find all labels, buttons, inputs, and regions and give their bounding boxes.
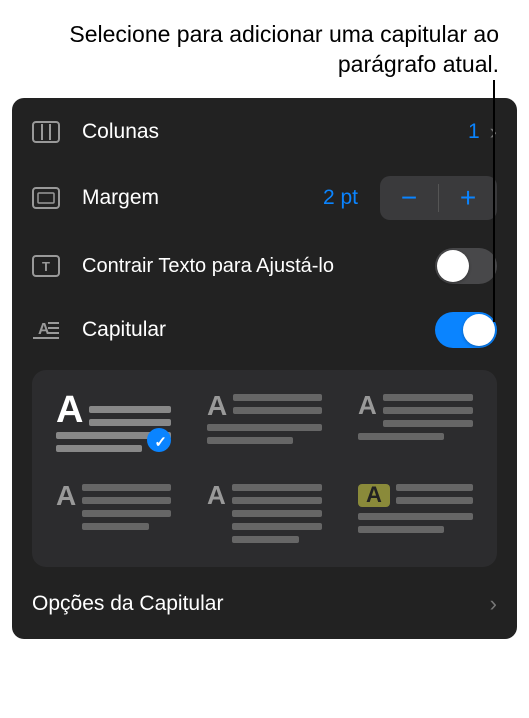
- dropcap-options-label: Opções da Capitular: [32, 592, 223, 616]
- preview-line: [89, 406, 171, 413]
- cap-letter: A: [358, 484, 390, 507]
- margin-increment-button[interactable]: +: [439, 176, 497, 220]
- dropcap-style-option-4[interactable]: A: [52, 480, 175, 547]
- preview-line: [89, 419, 171, 426]
- preview-line: [207, 424, 322, 431]
- columns-value: 1: [468, 120, 480, 144]
- preview-line: [358, 513, 473, 520]
- callout-text: Selecione para adicionar uma capitular a…: [0, 0, 529, 90]
- preview-line: [383, 407, 473, 414]
- dropcap-options-row[interactable]: Opções da Capitular ›: [12, 575, 517, 631]
- dropcap-style-option-1[interactable]: A: [52, 390, 175, 456]
- preview-line: [232, 484, 322, 491]
- margin-row: Margem 2 pt − +: [12, 162, 517, 234]
- cap-letter: A: [358, 394, 377, 416]
- preview-line: [396, 497, 473, 504]
- preview-line: [358, 433, 444, 440]
- shrink-text-label: Contrair Texto para Ajustá-lo: [82, 254, 435, 278]
- preview-line: [233, 394, 322, 401]
- margin-label: Margem: [82, 186, 323, 210]
- cap-letter: A: [56, 484, 76, 508]
- toggle-knob: [437, 250, 469, 282]
- preview-line: [358, 526, 444, 533]
- cap-letter: A: [207, 394, 227, 418]
- dropcap-label: Capitular: [82, 318, 435, 342]
- chevron-right-icon: ›: [490, 591, 497, 617]
- format-panel: Colunas 1 › Margem 2 pt − + T Contrair T…: [12, 98, 517, 639]
- cap-letter: A: [207, 484, 226, 506]
- margin-decrement-button[interactable]: −: [380, 176, 438, 220]
- columns-label: Colunas: [82, 120, 468, 144]
- preview-line: [232, 523, 322, 530]
- preview-line: [232, 497, 322, 504]
- dropcap-icon: A: [32, 319, 68, 341]
- preview-line: [82, 497, 171, 504]
- dropcap-styles-grid: A A: [32, 370, 497, 567]
- preview-line: [233, 407, 322, 414]
- callout-pointer-line: [493, 80, 495, 322]
- preview-line: [396, 484, 473, 491]
- dropcap-style-option-6[interactable]: A: [354, 480, 477, 547]
- preview-line: [56, 445, 142, 452]
- preview-line: [383, 420, 473, 427]
- dropcap-toggle[interactable]: [435, 312, 497, 348]
- preview-line: [232, 510, 322, 517]
- preview-line: [232, 536, 300, 543]
- margin-stepper: − +: [380, 176, 497, 220]
- dropcap-row: A Capitular: [12, 298, 517, 362]
- columns-row[interactable]: Colunas 1 ›: [12, 102, 517, 162]
- margin-value: 2 pt: [323, 186, 358, 210]
- preview-line: [82, 510, 171, 517]
- preview-line: [207, 437, 293, 444]
- shrink-text-icon: T: [32, 255, 68, 277]
- preview-line: [82, 484, 171, 491]
- dropcap-style-option-3[interactable]: A: [354, 390, 477, 456]
- cap-letter: A: [56, 394, 83, 426]
- preview-line: [383, 394, 473, 401]
- margin-icon: [32, 187, 68, 209]
- preview-line: [82, 523, 149, 530]
- dropcap-style-option-5[interactable]: A: [203, 480, 326, 547]
- toggle-knob: [463, 314, 495, 346]
- preview-line: [56, 432, 171, 439]
- columns-icon: [32, 121, 68, 143]
- dropcap-style-option-2[interactable]: A: [203, 390, 326, 456]
- shrink-text-row: T Contrair Texto para Ajustá-lo: [12, 234, 517, 298]
- svg-text:T: T: [42, 259, 50, 274]
- shrink-text-toggle[interactable]: [435, 248, 497, 284]
